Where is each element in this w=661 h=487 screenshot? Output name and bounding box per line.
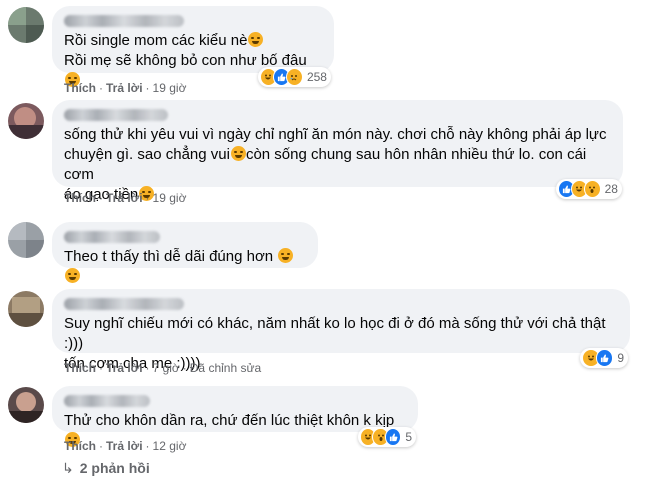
comment-line: Theo t thấy thì dễ dãi đúng hơn xyxy=(64,248,274,265)
timestamp[interactable]: 19 giờ xyxy=(153,81,187,95)
comment-bubble: sống thử khi yêu vui vì ngày chỉ nghĩ ăn… xyxy=(52,100,623,203)
replies-count[interactable]: 2 phản hồi xyxy=(80,460,150,476)
comment-text: Theo t thấy thì dễ dãi đúng hơn xyxy=(64,247,306,287)
reaction-summary[interactable]: 258 xyxy=(258,67,331,87)
comment-bubble: Suy nghĩ chiếu mới có khác, năm nhất ko … xyxy=(52,289,630,372)
timestamp[interactable]: 19 giờ xyxy=(153,191,187,205)
avatar[interactable] xyxy=(8,387,44,423)
comment-text: Rồi single mom các kiểu nè xyxy=(64,31,322,51)
reaction-summary[interactable]: 9 xyxy=(580,348,628,368)
timestamp[interactable]: 7 giờ xyxy=(153,361,180,375)
comment-actions: Thích · Trả lời · 7 giờ · Đã chỉnh sửa xyxy=(64,361,262,375)
author-name-blurred[interactable] xyxy=(64,109,168,121)
reply-link[interactable]: Trả lời xyxy=(106,191,143,205)
comment-text: Suy nghĩ chiếu mới có khác, năm nhất ko … xyxy=(64,314,618,354)
tired-emoji xyxy=(65,268,80,283)
timestamp[interactable]: 12 giờ xyxy=(153,439,187,453)
like-link[interactable]: Thích xyxy=(64,361,96,375)
reaction-count: 5 xyxy=(405,430,412,444)
reaction-summary[interactable]: 28 xyxy=(556,179,622,199)
like-link[interactable]: Thích xyxy=(64,191,96,205)
edited-label[interactable]: Đã chỉnh sửa xyxy=(190,361,261,375)
comment-actions: Thích · Trả lời · 19 giờ xyxy=(64,191,187,205)
author-name-blurred[interactable] xyxy=(64,231,160,243)
avatar[interactable] xyxy=(8,291,44,327)
reaction-summary[interactable]: 5 xyxy=(358,427,416,447)
rofl-emoji xyxy=(230,146,246,161)
reaction-count: 28 xyxy=(604,182,618,196)
reaction-count: 9 xyxy=(617,351,624,365)
comment-actions: Thích · Trả lời · 12 giờ xyxy=(64,439,187,453)
author-name-blurred[interactable] xyxy=(64,395,150,407)
author-name-blurred[interactable] xyxy=(64,15,184,27)
author-name-blurred[interactable] xyxy=(64,298,184,310)
comment-line: sống thử khi yêu vui vì ngày chỉ nghĩ ăn… xyxy=(64,126,607,143)
comment-bubble: Rồi single mom các kiểu nè Rồi mẹ sẽ khô… xyxy=(52,6,334,87)
comment-text: sống thử khi yêu vui vì ngày chỉ nghĩ ăn… xyxy=(64,125,611,145)
reply-link[interactable]: Trả lời xyxy=(106,439,143,453)
comment-line: chuyện gì. sao chẳng vui xyxy=(64,146,230,163)
like-reaction-icon xyxy=(595,349,614,367)
like-link[interactable]: Thích xyxy=(64,439,96,453)
tired-emoji xyxy=(278,248,294,263)
comment-text: chuyện gì. sao chẳng vui còn sống chung s… xyxy=(64,145,611,185)
avatar[interactable] xyxy=(8,103,44,139)
like-link[interactable]: Thích xyxy=(64,81,96,95)
reply-link[interactable]: Trả lời xyxy=(106,361,143,375)
comment-line: Thử cho khôn dần ra, chứ đến lúc thiệt k… xyxy=(64,412,395,429)
avatar[interactable] xyxy=(8,7,44,43)
comment-line: Suy nghĩ chiếu mới có khác, năm nhất ko … xyxy=(64,315,610,352)
reaction-count: 258 xyxy=(306,70,327,84)
comment-bubble: Thử cho khôn dần ra, chứ đến lúc thiệt k… xyxy=(52,386,418,447)
like-reaction-icon xyxy=(384,428,402,446)
haha-emoji xyxy=(248,32,264,47)
reply-arrow-icon: ↳ xyxy=(62,460,74,476)
comment-line: Rồi single mom các kiểu nè xyxy=(64,32,248,49)
sad-reaction-icon xyxy=(285,68,303,86)
reply-link[interactable]: Trả lời xyxy=(106,81,143,95)
view-replies-link[interactable]: ↳ 2 phản hồi xyxy=(62,460,150,477)
avatar[interactable] xyxy=(8,222,44,258)
wow-reaction-icon xyxy=(583,180,601,198)
comment-bubble: Theo t thấy thì dễ dãi đúng hơn xyxy=(52,222,318,283)
comment-actions: Thích · Trả lời · 19 giờ xyxy=(64,81,187,95)
